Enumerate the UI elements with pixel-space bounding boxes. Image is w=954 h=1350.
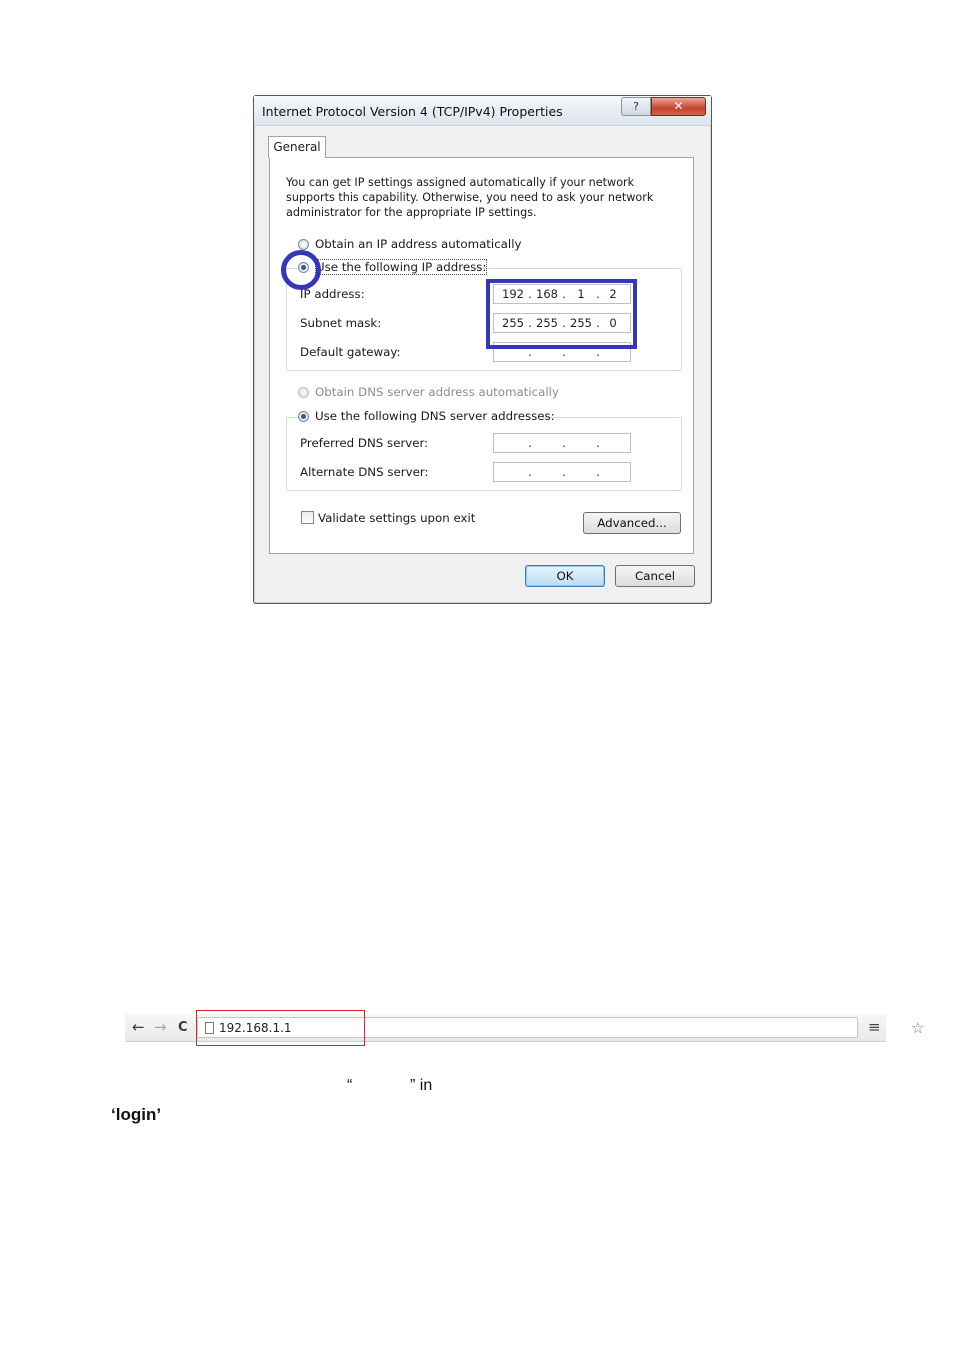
subnet-mask-label: Subnet mask: [300,316,382,330]
preferred-dns-input[interactable]: . . . [493,433,631,453]
radio-obtain-dns[interactable] [298,387,309,398]
dns-dot: . [596,436,600,450]
dns-dot: . [562,465,566,479]
caption-quote-open: “ [347,1077,353,1094]
radio-use-dns-row[interactable]: Use the following DNS server addresses: [298,409,555,423]
close-button[interactable]: ✕ [651,97,706,116]
dialog-titlebar: Internet Protocol Version 4 (TCP/IPv4) P… [254,96,711,126]
radio-use-dns-label: Use the following DNS server addresses: [315,409,555,423]
preferred-dns-label: Preferred DNS server: [300,436,429,450]
highlight-rectangle [486,279,637,349]
general-panel: You can get IP settings assigned automat… [269,157,694,554]
caption-quote-close-in: ” in [410,1077,433,1094]
dialog-title: Internet Protocol Version 4 (TCP/IPv4) P… [262,104,563,119]
cancel-button[interactable]: Cancel [615,565,695,587]
ip-address-label: IP address: [300,287,365,301]
forward-arrow-icon[interactable]: → [154,1018,167,1036]
advanced-button[interactable]: Advanced... [583,512,681,534]
radio-obtain-ip[interactable] [298,239,309,250]
dns-dot: . [596,465,600,479]
caption-login: ‘login’ [111,1105,162,1124]
dns-dot: . [528,436,532,450]
radio-obtain-ip-label: Obtain an IP address automatically [315,237,522,251]
intro-text: You can get IP settings assigned automat… [286,176,654,219]
alternate-dns-input[interactable]: . . . [493,462,631,482]
radio-use-dns[interactable] [298,411,309,422]
ipv4-properties-dialog: Internet Protocol Version 4 (TCP/IPv4) P… [253,95,712,604]
ok-button[interactable]: OK [525,565,605,587]
menu-icon[interactable]: ≡ [868,1018,881,1036]
default-gateway-label: Default gateway: [300,345,401,359]
tab-general[interactable]: General [268,136,326,158]
help-button[interactable]: ? [621,97,651,116]
star-icon[interactable]: ☆ [911,1019,924,1037]
dns-dot: . [528,465,532,479]
radio-use-ip-label: Use the following IP address: [315,259,488,275]
back-arrow-icon[interactable]: ← [132,1018,145,1036]
highlight-circle [281,250,321,290]
url-highlight-box [196,1010,365,1046]
validate-label: Validate settings upon exit [318,511,476,525]
validate-checkbox[interactable] [301,511,314,524]
reload-icon[interactable]: C [178,1020,188,1035]
dns-dot: . [562,436,566,450]
radio-obtain-dns-label: Obtain DNS server address automatically [315,385,559,399]
radio-use-ip-row[interactable]: Use the following IP address: [298,259,488,275]
alternate-dns-label: Alternate DNS server: [300,465,429,479]
